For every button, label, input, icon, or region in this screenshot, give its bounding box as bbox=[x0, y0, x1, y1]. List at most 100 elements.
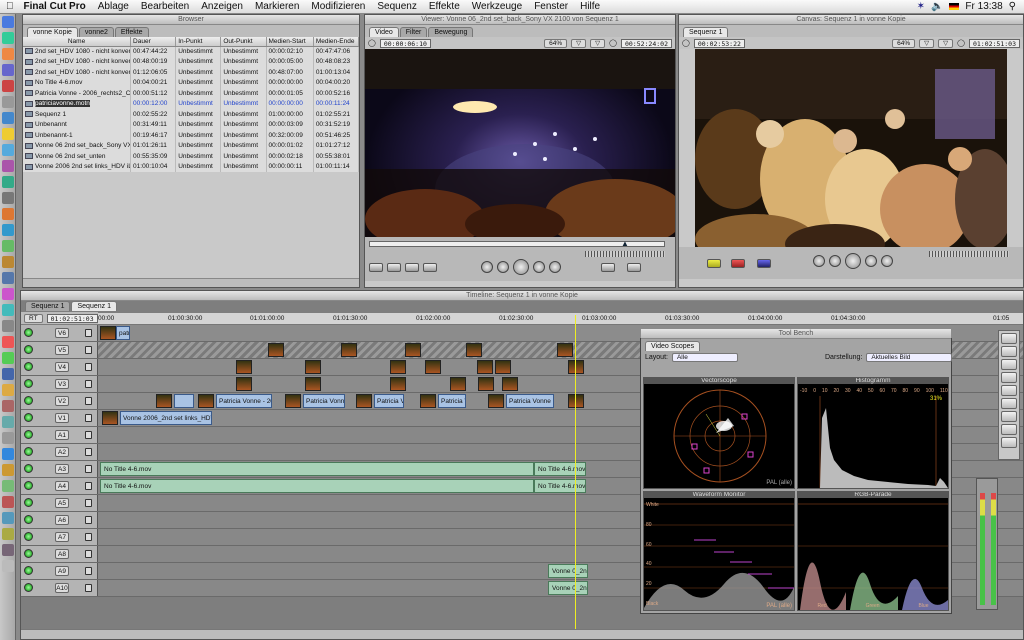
video-clip-thumbnail[interactable] bbox=[236, 377, 252, 391]
track-label[interactable]: A8 bbox=[55, 549, 69, 559]
razor-tool-icon[interactable] bbox=[1001, 398, 1017, 409]
viewer-recent-clips-button[interactable] bbox=[601, 263, 615, 272]
timeline-ruler[interactable]: 00:00 01:00:30:00 01:01:00:00 01:01:30:0… bbox=[98, 313, 1023, 325]
track-visibility-icon[interactable] bbox=[24, 481, 33, 490]
dock-app-icon[interactable] bbox=[1, 112, 14, 124]
video-clip-thumbnail[interactable] bbox=[466, 343, 482, 357]
viewer-playhead-icon[interactable]: ▲ bbox=[621, 239, 629, 248]
timeline-timecode[interactable]: 01:02:51:03 bbox=[46, 313, 98, 323]
track-lock-icon[interactable] bbox=[85, 448, 92, 456]
dock-app-icon[interactable] bbox=[1, 480, 14, 492]
viewer-generator-button[interactable] bbox=[627, 263, 641, 272]
track-lock-icon[interactable] bbox=[85, 584, 92, 592]
dock-app-icon[interactable] bbox=[1, 208, 14, 220]
track-lock-icon[interactable] bbox=[85, 329, 92, 337]
video-clip-thumbnail[interactable] bbox=[156, 394, 172, 408]
spotlight-icon[interactable]: ⚲ bbox=[1009, 1, 1016, 12]
video-clip-thumbnail[interactable] bbox=[285, 394, 301, 408]
viewer-jog-control[interactable] bbox=[585, 251, 665, 257]
audio-clip[interactable]: No Title 4-6.mov bbox=[100, 462, 534, 476]
video-clip-thumbnail[interactable] bbox=[557, 343, 573, 357]
menu-app-name[interactable]: Final Cut Pro bbox=[20, 1, 92, 12]
track-visibility-icon[interactable] bbox=[24, 430, 33, 439]
tab-sequenz-1[interactable]: Sequenz 1 bbox=[683, 27, 729, 37]
browser-row[interactable]: patriciavonne.motn 00:00:12:00 Unbestimmt U… bbox=[23, 98, 359, 109]
dock-app-icon[interactable] bbox=[1, 176, 14, 188]
track-visibility-icon[interactable] bbox=[24, 413, 33, 422]
dock-app-icon[interactable] bbox=[1, 240, 14, 252]
track-visibility-icon[interactable] bbox=[24, 464, 33, 473]
viewer-position-timecode[interactable]: 00:52:24:02 bbox=[620, 38, 672, 48]
slip-tool-icon[interactable] bbox=[1001, 385, 1017, 396]
dock-app-icon[interactable] bbox=[1, 464, 14, 476]
browser-row[interactable]: 2nd set_HDV 1080 - nicht konvertie 01:12:… bbox=[23, 67, 359, 78]
video-clip-thumbnail[interactable] bbox=[568, 394, 584, 408]
viewer-match-frame-button[interactable] bbox=[369, 263, 383, 272]
video-clip-thumbnail[interactable] bbox=[488, 394, 504, 408]
video-clip-thumbnail[interactable] bbox=[390, 377, 406, 391]
dock-app-icon[interactable] bbox=[1, 272, 14, 284]
browser-row[interactable]: Vonne 2006 2nd set links_HDV iLin 01:00:1… bbox=[23, 161, 359, 172]
flag-icon[interactable] bbox=[949, 3, 960, 10]
track-visibility-icon[interactable] bbox=[24, 515, 33, 524]
dock-app-icon[interactable] bbox=[1, 304, 14, 316]
track-label[interactable]: V2 bbox=[55, 396, 69, 406]
dock-trash-icon[interactable] bbox=[1, 560, 14, 572]
video-clip[interactable]: Patricia Vonne - bbox=[506, 394, 554, 408]
viewer-prev-edit-button[interactable] bbox=[481, 261, 493, 273]
browser-row[interactable]: 2nd set_HDV 1080 - nicht konvertie 00:47:… bbox=[23, 46, 359, 57]
track-lock-icon[interactable] bbox=[85, 567, 92, 575]
viewer-view-popup[interactable]: ▽ bbox=[571, 38, 587, 48]
video-clip-thumbnail[interactable] bbox=[305, 377, 321, 391]
track-lock-icon[interactable] bbox=[85, 414, 92, 422]
canvas-play-button[interactable] bbox=[845, 253, 861, 269]
track-lock-icon[interactable] bbox=[85, 516, 92, 524]
dock-app-icon[interactable] bbox=[1, 528, 14, 540]
video-clip-thumbnail[interactable] bbox=[305, 360, 321, 374]
browser-row[interactable]: Unbenannt-1 00:19:46:17 Unbestimmt Unbestim… bbox=[23, 130, 359, 141]
video-clip-thumbnail[interactable] bbox=[502, 377, 518, 391]
menubar-clock[interactable]: Fr 13:38 bbox=[965, 1, 1002, 12]
layout-popup[interactable]: Alle bbox=[671, 353, 738, 362]
video-clip-thumbnail[interactable] bbox=[390, 360, 406, 374]
track-label[interactable]: A6 bbox=[55, 515, 69, 525]
canvas-insert-button[interactable] bbox=[707, 259, 721, 268]
track-label[interactable]: V6 bbox=[55, 328, 69, 338]
video-clip-thumbnail[interactable] bbox=[198, 394, 214, 408]
track-lock-icon[interactable] bbox=[85, 482, 92, 490]
edit-selection-tool-icon[interactable] bbox=[1001, 346, 1017, 357]
track-visibility-icon[interactable] bbox=[24, 532, 33, 541]
viewer-add-marker-button[interactable] bbox=[423, 263, 437, 272]
column-header-name[interactable]: Name bbox=[23, 37, 132, 47]
audio-clip[interactable]: No Title 4-6.mov bbox=[100, 479, 534, 493]
selection-tool-icon[interactable] bbox=[1001, 333, 1017, 344]
video-clip[interactable]: Patricia Vonne - 20 bbox=[216, 394, 272, 408]
track-visibility-icon[interactable] bbox=[24, 447, 33, 456]
track-label[interactable]: A4 bbox=[55, 481, 69, 491]
track-label[interactable]: A10 bbox=[55, 583, 69, 593]
browser-row[interactable]: No Title 4-6.mov 00:04:00:21 Unbestimmt Unb… bbox=[23, 77, 359, 88]
canvas-replace-button[interactable] bbox=[757, 259, 771, 268]
track-visibility-icon[interactable] bbox=[24, 328, 33, 337]
canvas-video-frame[interactable] bbox=[695, 49, 1007, 247]
track-lock-icon[interactable] bbox=[85, 499, 92, 507]
dock-app-icon[interactable] bbox=[1, 368, 14, 380]
menu-bearbeiten[interactable]: Bearbeiten bbox=[135, 1, 195, 12]
track-lock-icon[interactable] bbox=[85, 465, 92, 473]
track-label[interactable]: A9 bbox=[55, 566, 69, 576]
browser-row[interactable]: Unbenannt 00:31:49:11 Unbestimmt Unbestimmt… bbox=[23, 119, 359, 130]
tab-video-scopes[interactable]: Video Scopes bbox=[645, 341, 701, 351]
video-clip-thumbnail[interactable] bbox=[405, 343, 421, 357]
dock-app-icon[interactable] bbox=[1, 192, 14, 204]
dock-app-icon[interactable] bbox=[1, 64, 14, 76]
track-label[interactable]: A5 bbox=[55, 498, 69, 508]
menu-anzeigen[interactable]: Anzeigen bbox=[195, 1, 249, 12]
browser-row[interactable]: Vonne 06 2nd set_unten 00:55:35:09 Unbesti… bbox=[23, 151, 359, 162]
audio-clip[interactable]: Vonne 0_2n bbox=[548, 564, 588, 578]
dock-app-icon[interactable] bbox=[1, 320, 14, 332]
track-label[interactable]: V4 bbox=[55, 362, 69, 372]
track-visibility-icon[interactable] bbox=[24, 379, 33, 388]
dock-app-icon[interactable] bbox=[1, 400, 14, 412]
dock-app-icon[interactable] bbox=[1, 352, 14, 364]
video-clip-thumbnail[interactable] bbox=[100, 326, 116, 340]
